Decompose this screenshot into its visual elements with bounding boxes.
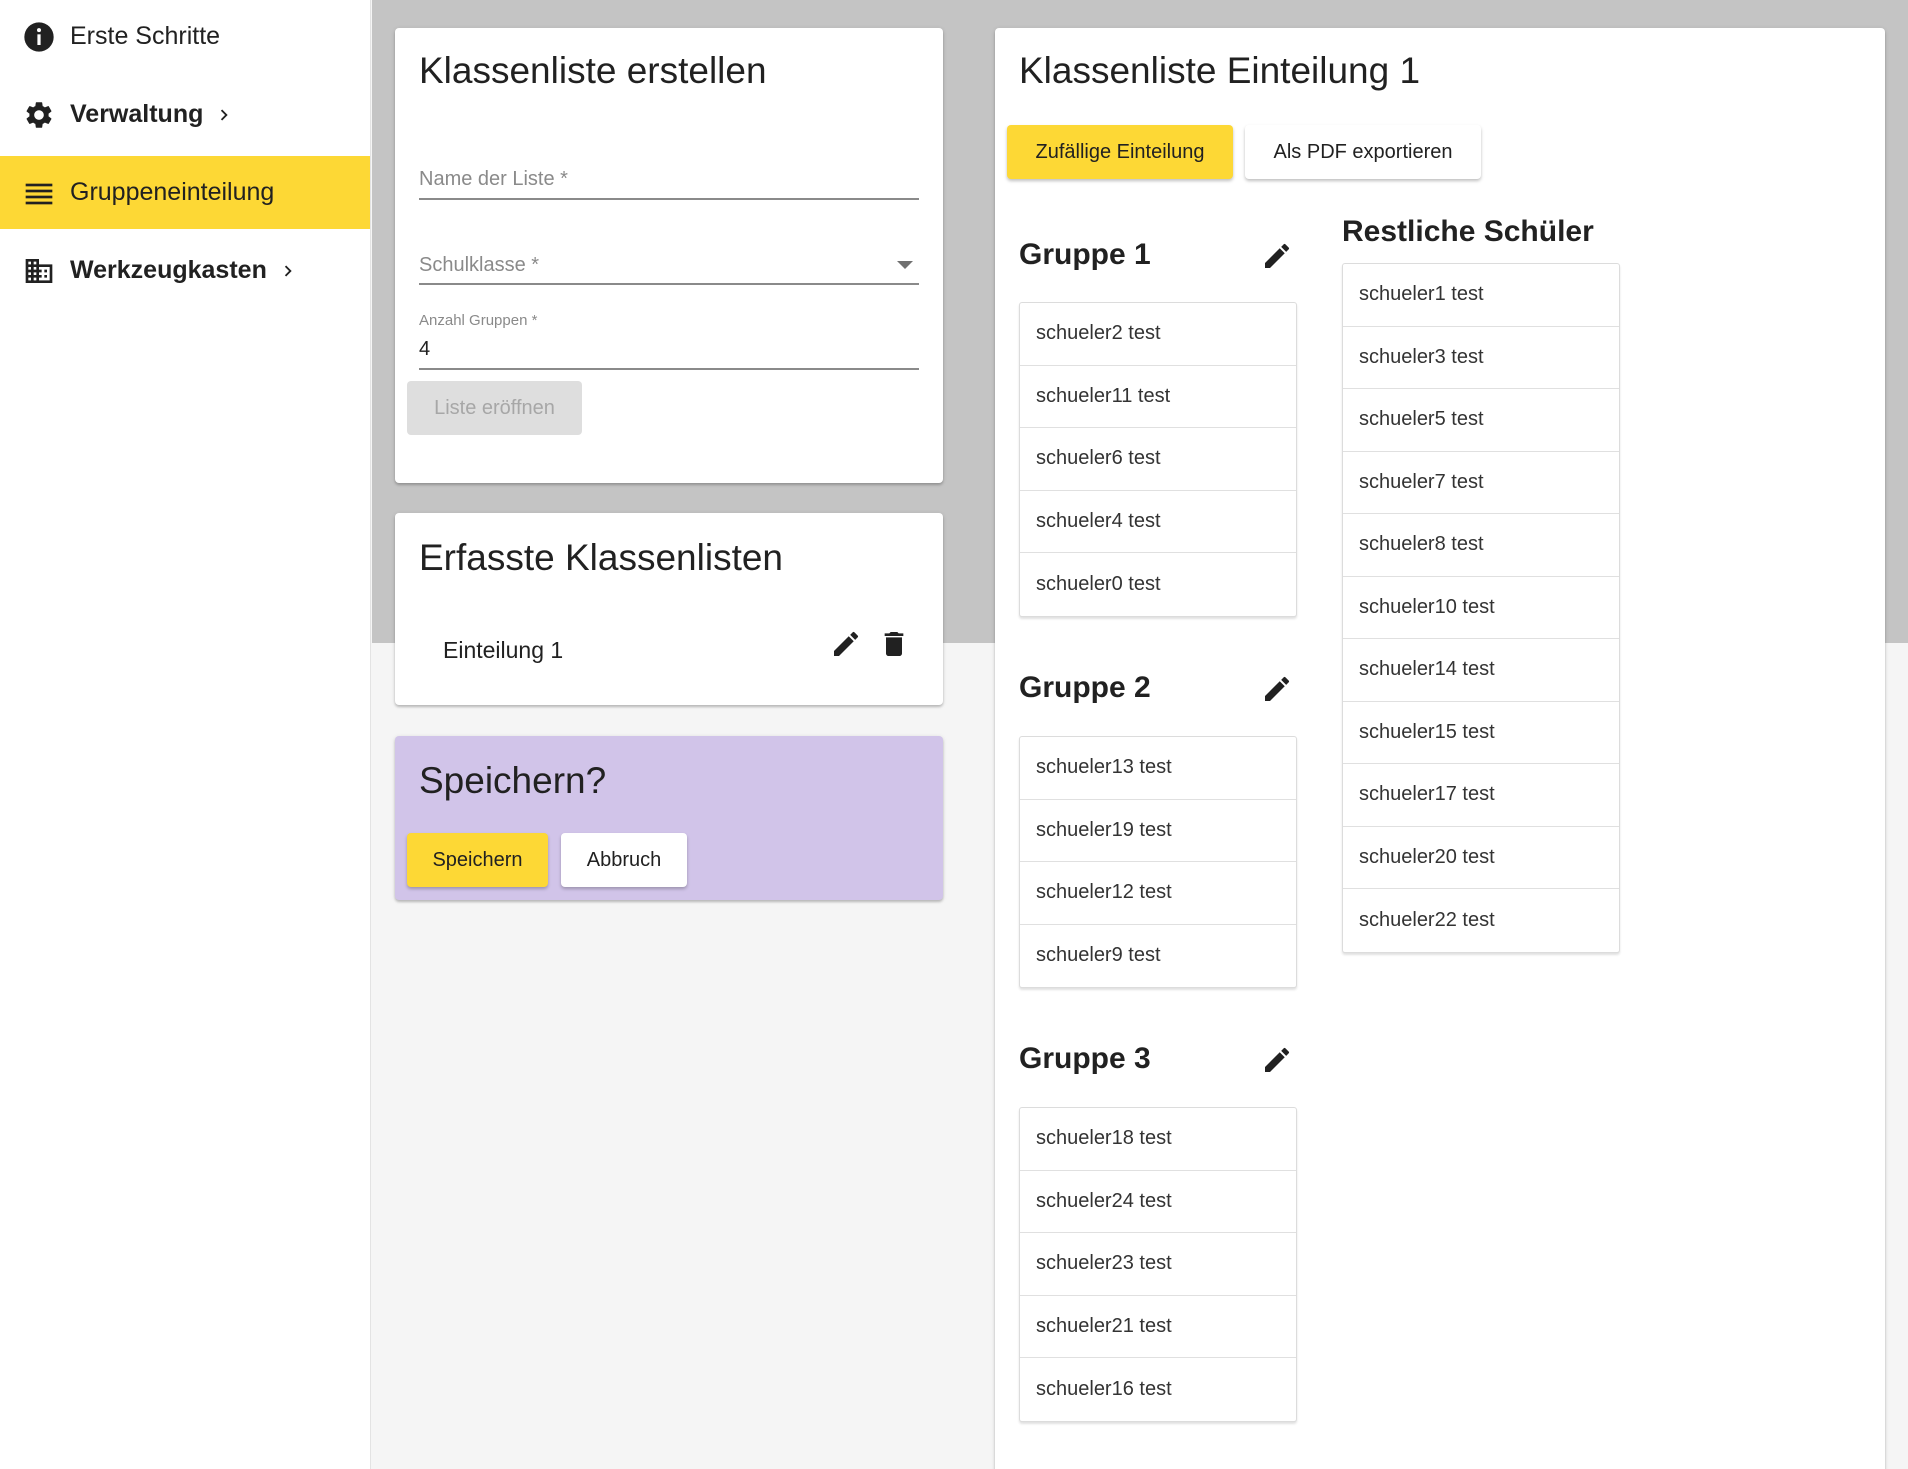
sidebar-item-gruppeneinteilung[interactable]: Gruppeneinteilung (0, 156, 370, 229)
group-count-value: 4 (419, 338, 431, 360)
save-card: Speichern? Speichern Abbruch (395, 736, 943, 900)
student-list: schueler1 test schueler3 test schueler5 … (1342, 263, 1620, 953)
list-item-label[interactable]: Einteilung 1 (443, 637, 563, 664)
student-item[interactable]: schueler16 test (1020, 1358, 1296, 1421)
group-title: Gruppe 3 (1019, 1042, 1151, 1075)
student-item[interactable]: schueler6 test (1020, 428, 1296, 491)
student-item[interactable]: schueler3 test (1343, 327, 1619, 389)
menu-lines-icon (23, 177, 55, 209)
student-list: schueler13 test schueler19 test schueler… (1019, 736, 1297, 988)
export-pdf-button[interactable]: Als PDF exportieren (1245, 125, 1481, 179)
edit-icon[interactable] (829, 627, 863, 661)
student-item[interactable]: schueler12 test (1020, 862, 1296, 925)
student-item[interactable]: schueler2 test (1020, 303, 1296, 366)
student-item[interactable]: schueler10 test (1343, 577, 1619, 639)
student-item[interactable]: schueler18 test (1020, 1108, 1296, 1171)
create-list-card: Klassenliste erstellen Name der Liste * … (395, 28, 943, 483)
student-item[interactable]: schueler17 test (1343, 764, 1619, 827)
student-item[interactable]: schueler11 test (1020, 366, 1296, 428)
student-item[interactable]: schueler13 test (1020, 737, 1296, 800)
sidebar: Erste Schritte Verwaltung Gruppeneinteil… (0, 0, 371, 1469)
class-list-card: Klassenliste Einteilung 1 Zufällige Eint… (995, 28, 1885, 1469)
student-item[interactable]: schueler14 test (1343, 639, 1619, 702)
school-class-placeholder: Schulklasse * (419, 254, 540, 276)
edit-icon[interactable] (1260, 672, 1294, 706)
student-list: schueler2 test schueler11 test schueler6… (1019, 302, 1297, 617)
edit-icon[interactable] (1260, 239, 1294, 273)
group-count-label: Anzahl Gruppen * (419, 312, 538, 329)
sidebar-item-label: Werkzeugkasten (70, 256, 267, 284)
edit-icon[interactable] (1260, 1043, 1294, 1077)
student-item[interactable]: schueler21 test (1020, 1296, 1296, 1358)
sidebar-item-erste-schritte[interactable]: Erste Schritte (0, 0, 370, 73)
student-item[interactable]: schueler24 test (1020, 1171, 1296, 1233)
trash-icon[interactable] (877, 627, 911, 661)
recorded-lists-card: Erfasste Klassenlisten Einteilung 1 (395, 513, 943, 705)
group-count-field[interactable]: Anzahl Gruppen * 4 (419, 300, 919, 370)
random-assignment-button[interactable]: Zufällige Einteilung (1007, 125, 1233, 179)
student-item[interactable]: schueler22 test (1343, 889, 1619, 952)
group-title: Gruppe 2 (1019, 671, 1151, 704)
student-item[interactable]: schueler9 test (1020, 925, 1296, 988)
sidebar-item-label: Erste Schritte (70, 22, 221, 50)
cancel-button[interactable]: Abbruch (561, 833, 687, 887)
card-title: Klassenliste erstellen (419, 50, 767, 91)
student-item[interactable]: schueler15 test (1343, 702, 1619, 764)
card-title: Klassenliste Einteilung 1 (1019, 50, 1421, 91)
sidebar-item-werkzeugkasten[interactable]: Werkzeugkasten (0, 234, 370, 307)
open-list-button[interactable]: Liste eröffnen (407, 381, 582, 435)
sidebar-item-verwaltung[interactable]: Verwaltung (0, 78, 370, 151)
student-item[interactable]: schueler0 test (1020, 553, 1296, 616)
building-icon (23, 255, 55, 287)
student-item[interactable]: schueler7 test (1343, 452, 1619, 514)
student-item[interactable]: schueler1 test (1343, 264, 1619, 327)
student-item[interactable]: schueler4 test (1020, 491, 1296, 553)
list-name-field[interactable]: Name der Liste * (419, 134, 919, 200)
chevron-right-icon (213, 104, 235, 126)
student-item[interactable]: schueler23 test (1020, 1233, 1296, 1296)
group-title: Gruppe 1 (1019, 238, 1151, 271)
chevron-down-icon (897, 261, 913, 269)
sidebar-item-label: Gruppeneinteilung (70, 178, 275, 206)
student-item[interactable]: schueler19 test (1020, 800, 1296, 862)
student-list: schueler18 test schueler24 test schueler… (1019, 1107, 1297, 1422)
chevron-right-icon (277, 260, 299, 282)
remaining-title: Restliche Schüler (1342, 215, 1594, 248)
student-item[interactable]: schueler20 test (1343, 827, 1619, 889)
school-class-select[interactable]: Schulklasse * (419, 218, 919, 285)
student-item[interactable]: schueler5 test (1343, 389, 1619, 452)
info-icon (23, 21, 55, 53)
list-name-placeholder: Name der Liste * (419, 168, 568, 190)
save-button[interactable]: Speichern (407, 833, 548, 887)
sidebar-item-label: Verwaltung (70, 100, 204, 128)
student-item[interactable]: schueler8 test (1343, 514, 1619, 577)
card-title: Speichern? (419, 760, 607, 801)
gear-icon (23, 99, 55, 131)
card-title: Erfasste Klassenlisten (419, 537, 784, 578)
